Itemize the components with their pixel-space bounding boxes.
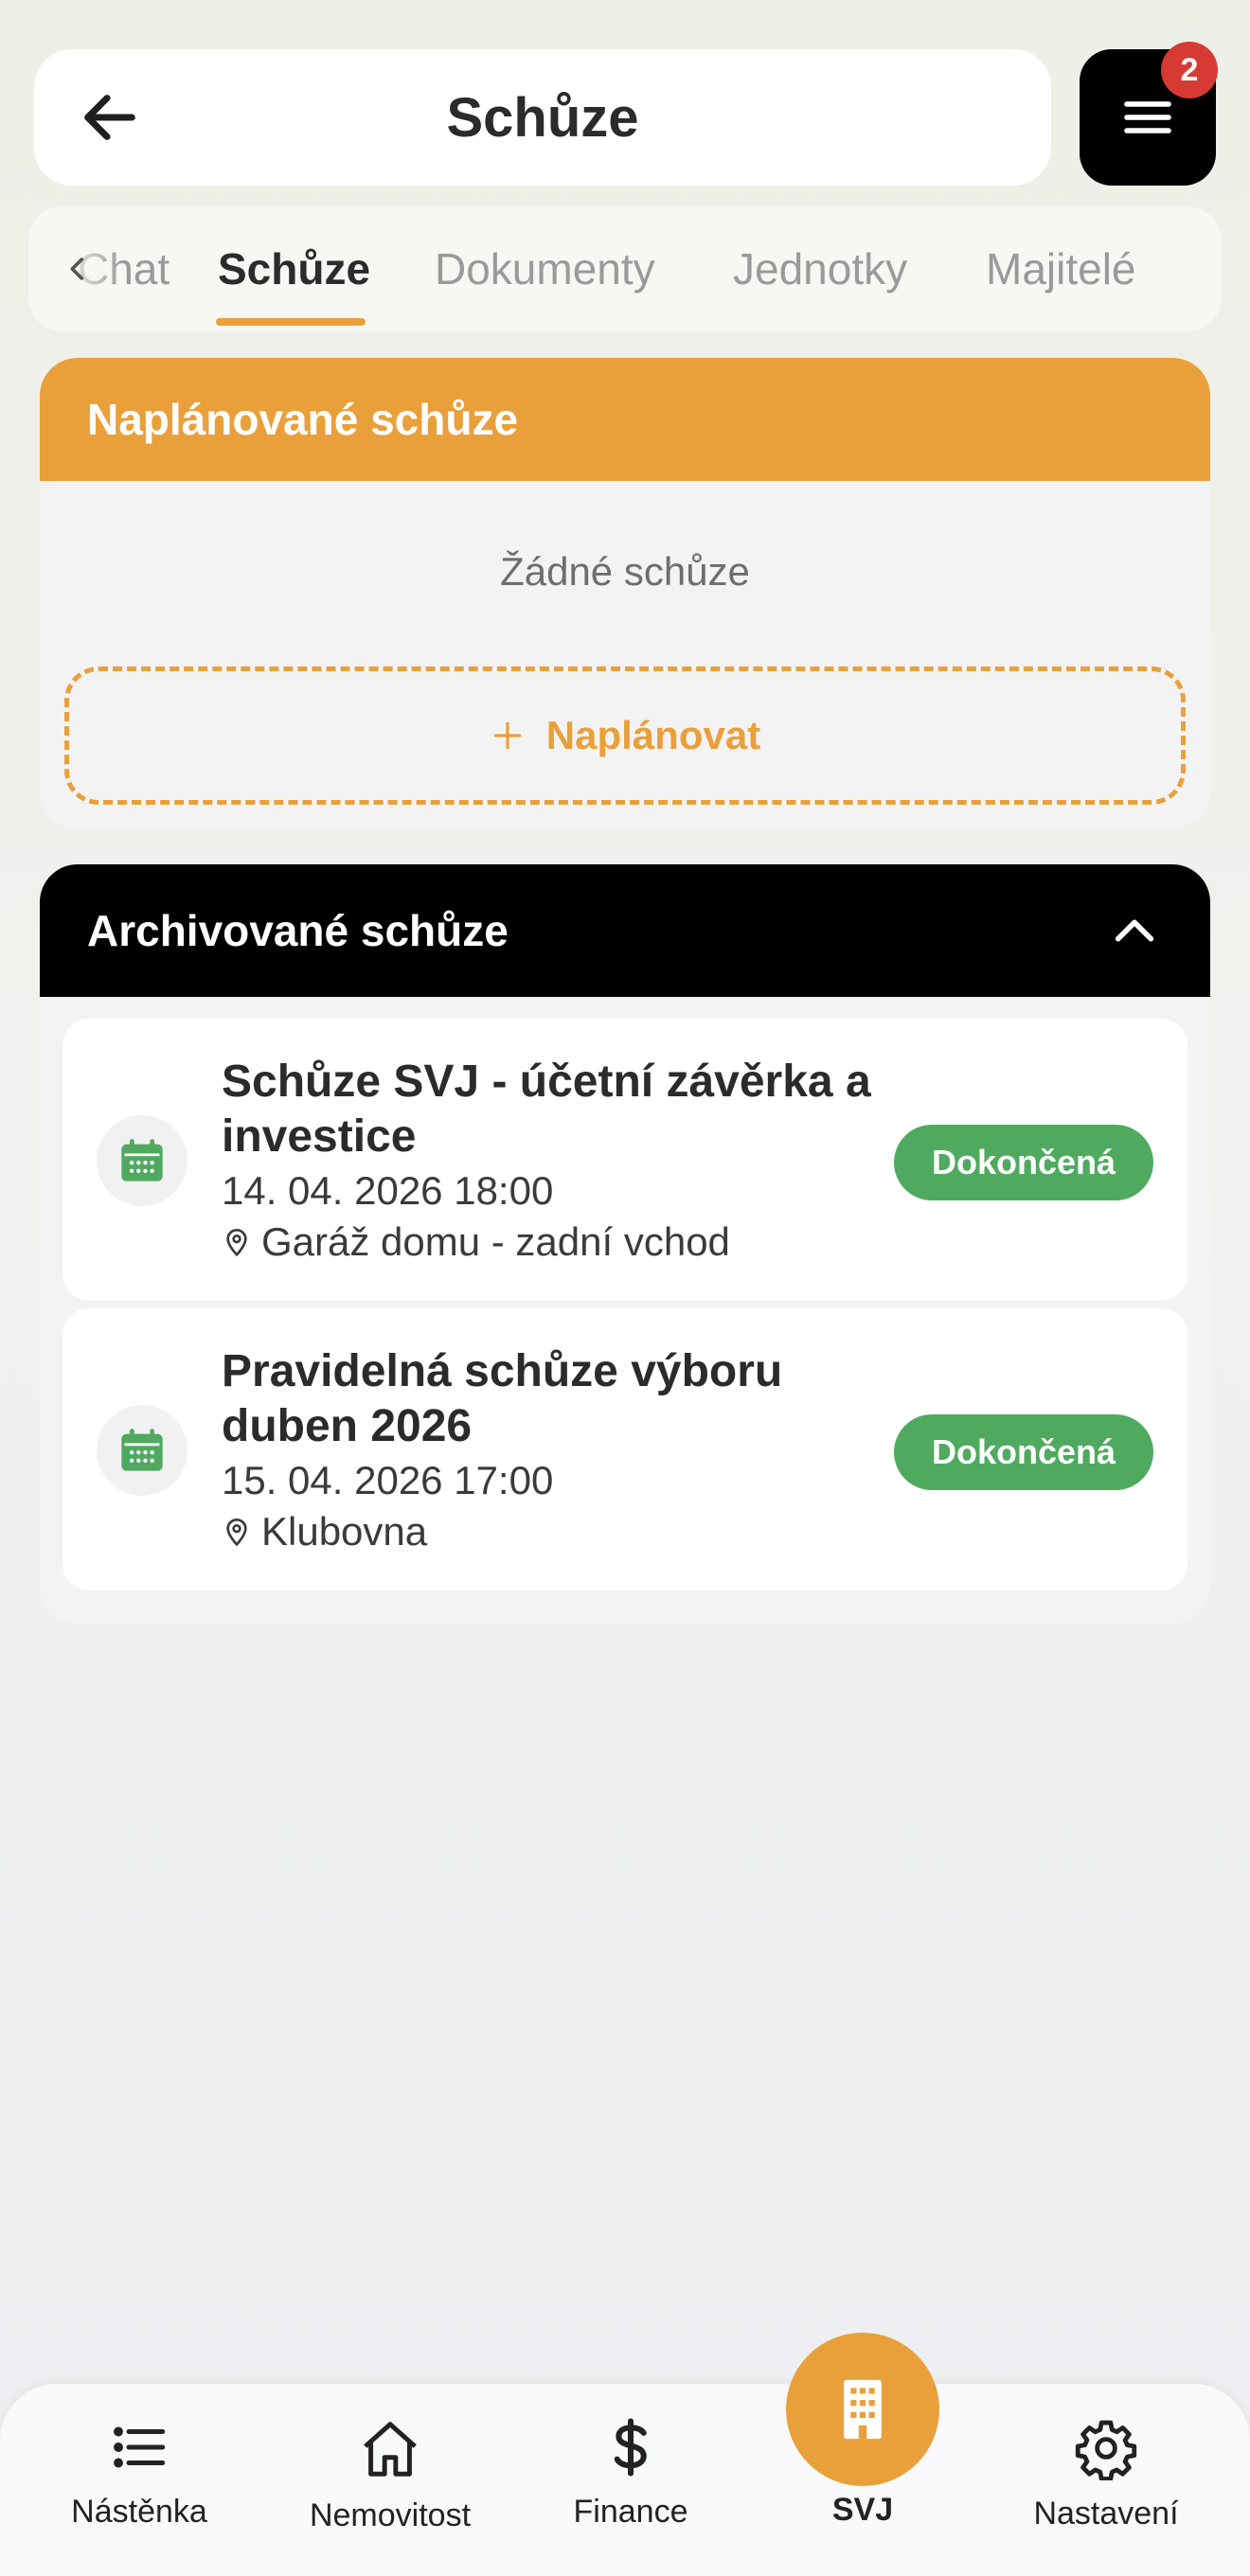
nav-label: Nástěnka — [71, 2494, 207, 2530]
meeting-title: Schůze SVJ - účetní závěrka a investice — [222, 1057, 871, 1162]
location-pin-icon — [226, 1229, 247, 1257]
house-icon — [364, 2422, 417, 2477]
meeting-date: 15. 04. 2026 17:00 — [222, 1458, 554, 1502]
meeting-place: Klubovna — [222, 1509, 427, 1554]
nav-item-svj[interactable] — [786, 2333, 939, 2486]
calendar-icon — [121, 1139, 163, 1181]
calendar-icon — [121, 1429, 163, 1471]
meeting-item[interactable]: Schůze SVJ - účetní závěrka a investice … — [62, 1019, 1188, 1301]
collapse-button[interactable] — [1106, 902, 1163, 959]
archived-meetings-header[interactable]: Archivované schůze — [40, 864, 1210, 997]
calendar-icon-wrap — [97, 1115, 188, 1206]
chevron-up-icon — [1115, 919, 1154, 942]
chevron-left-icon — [70, 258, 84, 280]
tab-majitele[interactable]: Majitelé — [986, 206, 1136, 331]
status-badge: Dokončená — [894, 1125, 1153, 1200]
tab-schuze[interactable]: Schůze — [218, 206, 370, 331]
calendar-icon-wrap — [97, 1405, 188, 1496]
active-tab-indicator — [216, 318, 366, 326]
plan-meeting-button[interactable]: Naplánovat — [64, 666, 1186, 805]
dollar-icon — [614, 2418, 647, 2477]
notification-badge: 2 — [1161, 42, 1218, 98]
nav-item-nemovitost[interactable]: Nemovitost — [286, 2416, 494, 2539]
gear-icon — [1075, 2420, 1137, 2480]
page-title: Schůze — [446, 86, 639, 149]
meeting-place-text: Garáž domu - zadní vchod — [261, 1219, 730, 1264]
location-pin-icon — [226, 1519, 247, 1547]
arrow-left-icon — [84, 95, 135, 140]
nav-item-nastaveni[interactable]: Nastavení — [1002, 2416, 1210, 2539]
empty-state-text: Žádné schůze — [500, 549, 750, 594]
hamburger-icon — [1124, 101, 1171, 133]
tab-jednotky[interactable]: Jednotky — [733, 206, 907, 331]
status-badge: Dokončená — [894, 1414, 1153, 1490]
meeting-item[interactable]: Pravidelná schůze výboru duben 2026 15. … — [62, 1308, 1188, 1590]
planned-meetings-title: Naplánované schůze — [87, 395, 519, 444]
planned-meetings-header: Naplánované schůze — [40, 358, 1210, 481]
tab-bar: Chat Schůze Dokumenty Jednotky Majitelé — [28, 206, 1222, 331]
meeting-place: Garáž domu - zadní vchod — [222, 1219, 730, 1265]
plan-meeting-label: Naplánovat — [545, 713, 761, 757]
building-icon — [844, 2379, 882, 2440]
nav-item-nastenka[interactable]: Nástěnka — [35, 2416, 243, 2539]
plus-icon — [493, 721, 522, 750]
archived-meetings-title: Archivované schůze — [87, 906, 509, 955]
nav-label-svj: SVJ — [831, 2492, 894, 2528]
header-bar: Schůze — [34, 49, 1051, 186]
list-icon — [114, 2426, 166, 2468]
tab-dokumenty[interactable]: Dokumenty — [435, 206, 655, 331]
nav-label: Nemovitost — [309, 2497, 472, 2533]
meeting-place-text: Klubovna — [261, 1509, 428, 1554]
nav-item-finance[interactable]: Finance — [527, 2416, 735, 2539]
nav-label: Nastavení — [1033, 2496, 1179, 2532]
meeting-date: 14. 04. 2026 18:00 — [222, 1168, 554, 1213]
tab-scroll-left-button[interactable] — [49, 240, 106, 297]
back-button[interactable] — [72, 80, 148, 155]
nav-label: Finance — [573, 2494, 688, 2530]
meeting-title: Pravidelná schůze výboru duben 2026 — [222, 1346, 783, 1451]
